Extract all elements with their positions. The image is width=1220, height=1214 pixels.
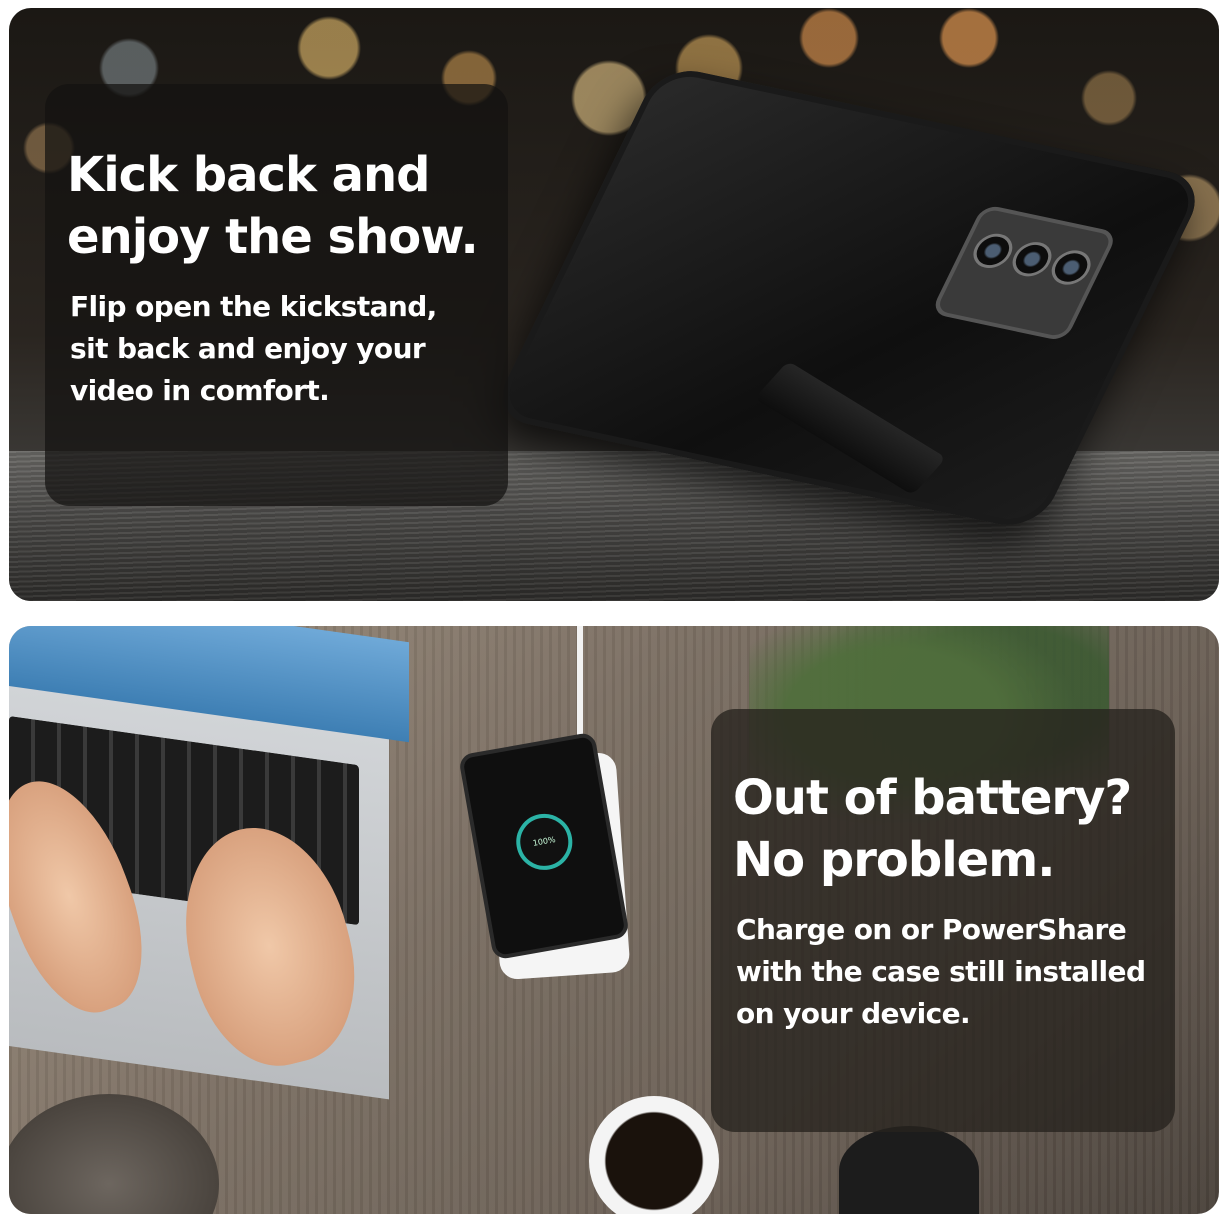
page: Kick back and enjoy the show. Flip open … <box>0 0 1220 1214</box>
kickstand-promo-panel: Kick back and enjoy the show. Flip open … <box>9 8 1219 601</box>
charging-text-overlay: Out of battery? No problem. Charge on or… <box>711 709 1175 1132</box>
charging-indicator-icon: 100% <box>511 809 577 875</box>
headline-line: enjoy the show. <box>67 209 479 265</box>
person-head <box>9 1094 219 1214</box>
description-line: Charge on or PowerShare <box>736 913 1127 946</box>
headphones-image <box>839 1126 979 1214</box>
headline-line: Kick back and <box>67 147 430 203</box>
charging-description: Charge on or PowerShare with the case st… <box>736 909 1153 1035</box>
kickstand <box>754 360 947 496</box>
description-line: video in comfort. <box>70 374 330 407</box>
kickstand-description: Flip open the kickstand, sit back and en… <box>70 286 486 412</box>
wireless-charging-promo-panel: 100% Out of battery? No problem. Charge … <box>9 626 1219 1214</box>
headline-line: No problem. <box>733 832 1055 888</box>
camera-lens <box>1006 238 1058 280</box>
kickstand-text-overlay: Kick back and enjoy the show. Flip open … <box>45 84 508 506</box>
description-line: on your device. <box>736 997 971 1030</box>
description-line: with the case still installed <box>736 955 1146 988</box>
camera-lens <box>1045 247 1097 288</box>
description-line: sit back and enjoy your <box>70 332 426 365</box>
headline-line: Out of battery? <box>733 770 1132 826</box>
charge-level-text: 100% <box>532 834 557 848</box>
camera-module <box>930 203 1119 342</box>
coffee-mug-image <box>589 1096 719 1214</box>
kickstand-headline: Kick back and enjoy the show. <box>67 144 486 268</box>
charging-headline: Out of battery? No problem. <box>733 767 1153 891</box>
description-line: Flip open the kickstand, <box>70 290 437 323</box>
camera-lens <box>967 230 1019 272</box>
